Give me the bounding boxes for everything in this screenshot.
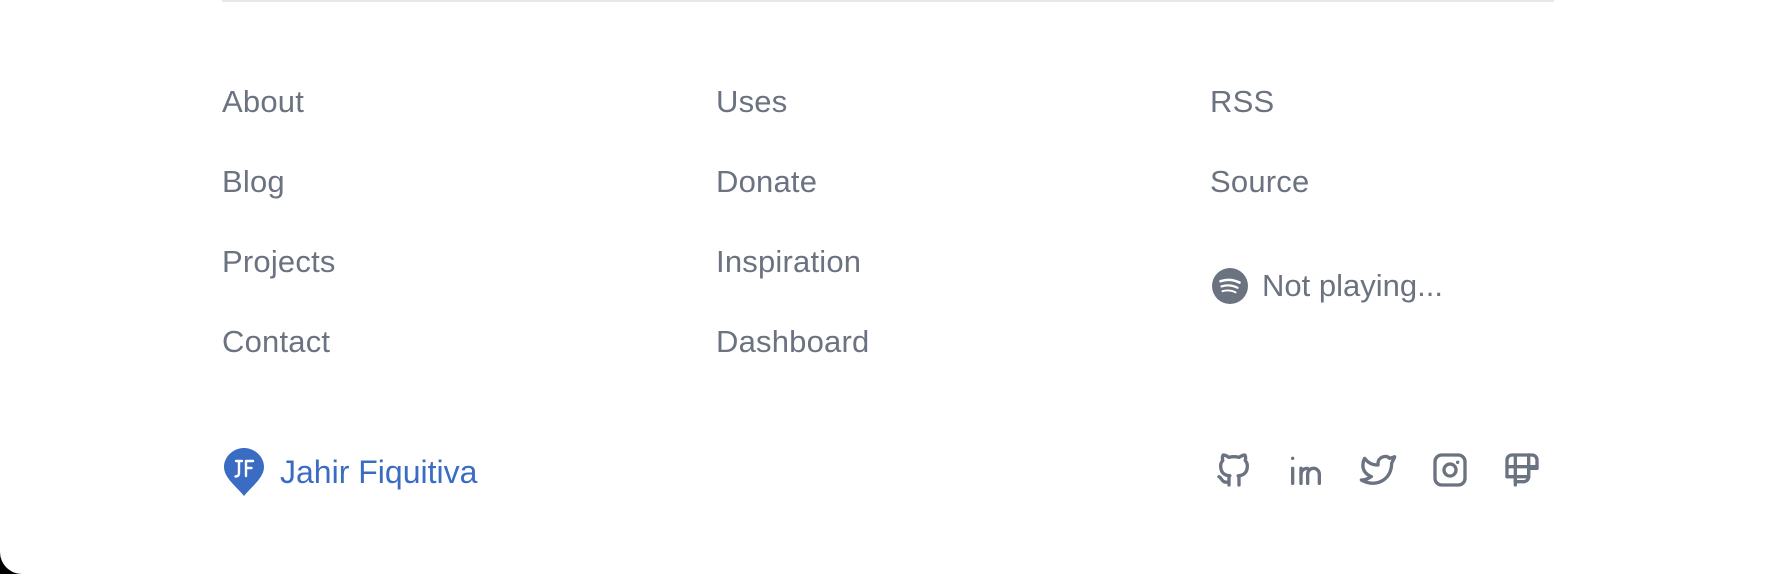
- footer-nav-column-3: RSS Source: [1210, 82, 1309, 242]
- footer-link-blog[interactable]: Blog: [222, 162, 336, 242]
- brand-home-link[interactable]: Jahir Fiquitiva: [222, 446, 477, 498]
- footer-link-inspiration[interactable]: Inspiration: [716, 242, 869, 322]
- linkedin-icon: [1291, 456, 1321, 485]
- spotify-icon: [1212, 268, 1248, 304]
- linkedin-link[interactable]: [1286, 450, 1326, 490]
- instagram-link[interactable]: [1430, 450, 1470, 490]
- footer-link-about[interactable]: About: [222, 82, 336, 162]
- twitter-link[interactable]: [1358, 450, 1398, 490]
- footer-link-uses[interactable]: Uses: [716, 82, 869, 162]
- footer-nav-column-1: About Blog Projects Contact: [222, 82, 336, 402]
- polywork-icon: [1505, 453, 1539, 487]
- social-links: [1214, 450, 1542, 490]
- footer-divider: [222, 0, 1554, 2]
- footer-nav-column-2: Uses Donate Inspiration Dashboard: [716, 82, 869, 402]
- polywork-link[interactable]: [1502, 450, 1542, 490]
- footer-link-source[interactable]: Source: [1210, 162, 1309, 242]
- twitter-icon: [1359, 454, 1397, 485]
- spotify-status-text: Not playing...: [1262, 268, 1443, 303]
- footer-link-projects[interactable]: Projects: [222, 242, 336, 322]
- instagram-icon: [1433, 453, 1467, 487]
- github-icon: [1217, 453, 1249, 487]
- footer-link-rss[interactable]: RSS: [1210, 82, 1309, 162]
- github-link[interactable]: [1214, 450, 1254, 490]
- footer-link-contact[interactable]: Contact: [222, 322, 336, 402]
- footer-link-dashboard[interactable]: Dashboard: [716, 322, 869, 402]
- brand-name: Jahir Fiquitiva: [280, 453, 478, 490]
- jf-logo-icon: [224, 448, 264, 496]
- spotify-now-playing[interactable]: Not playing...: [1212, 266, 1443, 306]
- page: About Blog Projects Contact Uses Donate …: [0, 0, 1772, 574]
- footer-link-donate[interactable]: Donate: [716, 162, 869, 242]
